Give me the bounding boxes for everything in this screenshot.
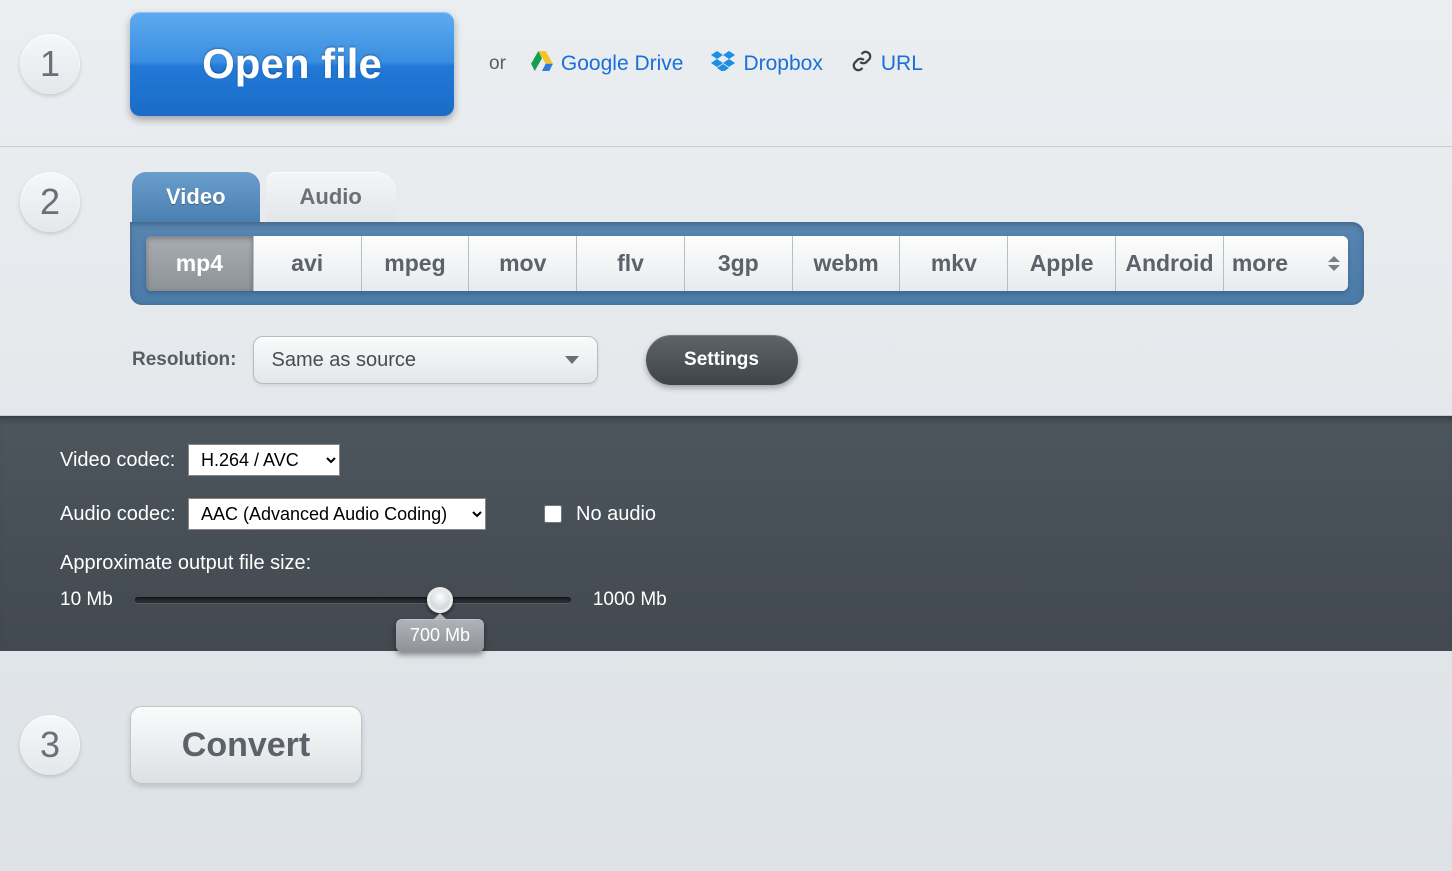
format-more[interactable]: more: [1224, 236, 1348, 291]
video-codec-select[interactable]: H.264 / AVC: [188, 444, 340, 476]
no-audio-checkbox[interactable]: [544, 505, 562, 523]
google-drive-icon: [531, 51, 553, 77]
resolution-label: Resolution:: [132, 349, 237, 371]
step-2-section: 2 Video Audio mp4 avi mpeg mov flv 3gp w…: [0, 147, 1452, 416]
audio-codec-label: Audio codec:: [60, 503, 188, 526]
step-2-badge: 2: [20, 172, 80, 232]
format-mov[interactable]: mov: [469, 236, 577, 291]
or-text: or: [489, 53, 506, 75]
no-audio-label: No audio: [576, 503, 656, 526]
format-flv[interactable]: flv: [577, 236, 685, 291]
format-apple[interactable]: Apple: [1008, 236, 1116, 291]
chevron-down-icon: [565, 356, 579, 364]
format-mkv[interactable]: mkv: [900, 236, 1008, 291]
step-3-badge: 3: [20, 715, 80, 775]
format-mp4[interactable]: mp4: [146, 236, 254, 291]
format-mpeg[interactable]: mpeg: [362, 236, 470, 291]
format-android[interactable]: Android: [1116, 236, 1224, 291]
advanced-settings-panel: Video codec: H.264 / AVC Audio codec: AA…: [0, 416, 1452, 651]
slider-value-tooltip: 700 Mb: [396, 619, 484, 652]
format-button-group: mp4 avi mpeg mov flv 3gp webm mkv Apple …: [146, 236, 1348, 291]
convert-button[interactable]: Convert: [130, 706, 362, 784]
google-drive-label: Google Drive: [561, 52, 684, 76]
slider-min-label: 10 Mb: [60, 589, 113, 611]
step-1-badge: 1: [20, 34, 80, 94]
format-avi[interactable]: avi: [254, 236, 362, 291]
media-type-tabs: Video Audio: [130, 172, 1452, 222]
slider-thumb[interactable]: [427, 587, 453, 613]
sort-icon: [1328, 256, 1340, 271]
step-1-section: 1 Open file or Google Drive Dropbox: [0, 0, 1452, 147]
tab-audio[interactable]: Audio: [266, 172, 396, 222]
dropbox-link[interactable]: Dropbox: [711, 51, 822, 77]
approx-size-label: Approximate output file size:: [60, 552, 1392, 575]
audio-codec-select[interactable]: AAC (Advanced Audio Coding): [188, 498, 486, 530]
open-file-button[interactable]: Open file: [130, 12, 454, 116]
dropbox-label: Dropbox: [743, 52, 822, 76]
format-webm[interactable]: webm: [793, 236, 901, 291]
slider-max-label: 1000 Mb: [593, 589, 667, 611]
format-more-label: more: [1232, 250, 1288, 277]
resolution-select[interactable]: Same as source: [253, 336, 598, 384]
step-3-section: 3 Convert: [0, 651, 1452, 814]
video-codec-label: Video codec:: [60, 449, 188, 472]
dropbox-icon: [711, 51, 735, 77]
resolution-value: Same as source: [272, 349, 417, 372]
google-drive-link[interactable]: Google Drive: [531, 51, 684, 77]
settings-button[interactable]: Settings: [646, 335, 798, 385]
tab-video[interactable]: Video: [132, 172, 260, 222]
url-label: URL: [881, 52, 923, 76]
filesize-slider[interactable]: 700 Mb: [135, 597, 571, 603]
format-panel: mp4 avi mpeg mov flv 3gp webm mkv Apple …: [130, 222, 1364, 305]
url-link[interactable]: URL: [851, 50, 923, 78]
link-icon: [851, 50, 873, 78]
format-3gp[interactable]: 3gp: [685, 236, 793, 291]
